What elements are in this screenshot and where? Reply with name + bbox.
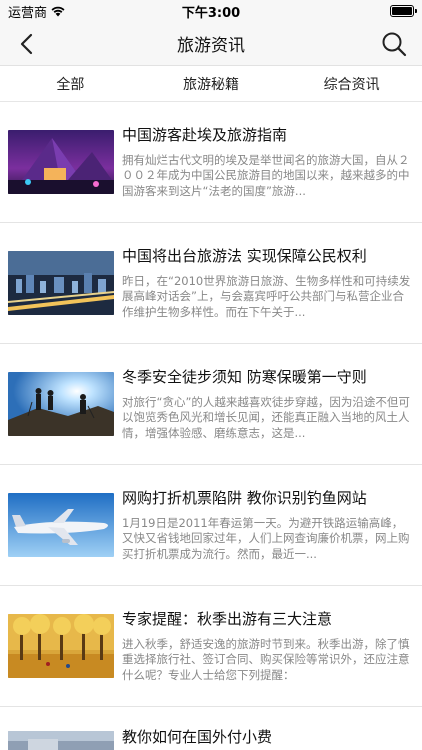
carrier-label: 运营商 xyxy=(8,5,48,21)
article-summary: 对旅行“贪心”的人越来越喜欢徒步穿越，因为沿途不但可以饱览秀色风光和增长见闻，还… xyxy=(122,394,410,440)
article-list: 中国游客赴埃及旅游指南 拥有灿烂古代文明的埃及是举世闻名的旅游大国，自从２００２… xyxy=(0,102,422,750)
tab-general-news[interactable]: 综合资讯 xyxy=(281,74,422,94)
article-summary: 1月19日是2011年春运第一天。为避开铁路运输高峰，又快又省钱地回家过年，人们… xyxy=(122,515,410,561)
status-bar: 运营商 下午3:00 xyxy=(0,0,422,22)
search-button[interactable] xyxy=(378,28,410,60)
article-title: 教你如何在国外付小费 xyxy=(122,728,273,746)
tab-travel-tips[interactable]: 旅游秘籍 xyxy=(141,74,282,94)
article-summary: 进入秋季，舒适安逸的旅游时节到来。秋季出游，除了慎重选择旅行社、签订合同、购买保… xyxy=(122,636,410,682)
article-thumbnail-autumn-trees xyxy=(8,614,114,678)
article-title: 中国将出台旅游法 实现保障公民权利 xyxy=(122,246,367,265)
article-thumbnail-tipping xyxy=(8,731,114,750)
category-tabs: 全部 旅游秘籍 综合资讯 xyxy=(0,66,422,102)
back-button[interactable] xyxy=(10,28,42,60)
article-item[interactable]: 冬季安全徒步须知 防寒保暖第一守则 对旅行“贪心”的人越来越喜欢徒步穿越，因为沿… xyxy=(0,344,422,465)
article-thumbnail-hikers xyxy=(8,372,114,436)
article-title: 冬季安全徒步须知 防寒保暖第一守则 xyxy=(122,367,367,386)
article-item[interactable]: 中国游客赴埃及旅游指南 拥有灿烂古代文明的埃及是举世闻名的旅游大国，自从２００２… xyxy=(0,102,422,223)
search-icon xyxy=(382,32,407,57)
article-item[interactable]: 教你如何在国外付小费 xyxy=(0,707,422,750)
article-summary: 拥有灿烂古代文明的埃及是举世闻名的旅游大国，自从２００２年成为中国公民旅游目的地… xyxy=(122,152,410,198)
article-thumbnail-airplane xyxy=(8,493,114,557)
article-summary: 昨日，在“2010世界旅游日旅游、生物多样性和可持续发展高峰对话会”上，与会嘉宾… xyxy=(122,273,411,319)
article-thumbnail-city xyxy=(8,251,114,315)
article-title: 网购打折机票陷阱 教你识别钓鱼网站 xyxy=(122,488,367,507)
article-thumbnail-pyramid xyxy=(8,130,114,194)
article-item[interactable]: 网购打折机票陷阱 教你识别钓鱼网站 1月19日是2011年春运第一天。为避开铁路… xyxy=(0,465,422,586)
article-item[interactable]: 中国将出台旅游法 实现保障公民权利 昨日，在“2010世界旅游日旅游、生物多样性… xyxy=(0,223,422,344)
article-item[interactable]: 专家提醒：秋季出游有三大注意 进入秋季，舒适安逸的旅游时节到来。秋季出游，除了慎… xyxy=(0,586,422,707)
battery-icon xyxy=(390,5,417,17)
chevron-left-icon xyxy=(20,33,33,55)
article-title: 专家提醒：秋季出游有三大注意 xyxy=(122,609,333,628)
navigation-bar: 旅游资讯 xyxy=(0,22,422,66)
wifi-icon xyxy=(51,6,65,16)
article-title: 中国游客赴埃及旅游指南 xyxy=(122,125,288,144)
carrier: 运营商 xyxy=(8,2,65,21)
tab-all[interactable]: 全部 xyxy=(0,74,141,94)
page-title: 旅游资讯 xyxy=(177,36,245,56)
